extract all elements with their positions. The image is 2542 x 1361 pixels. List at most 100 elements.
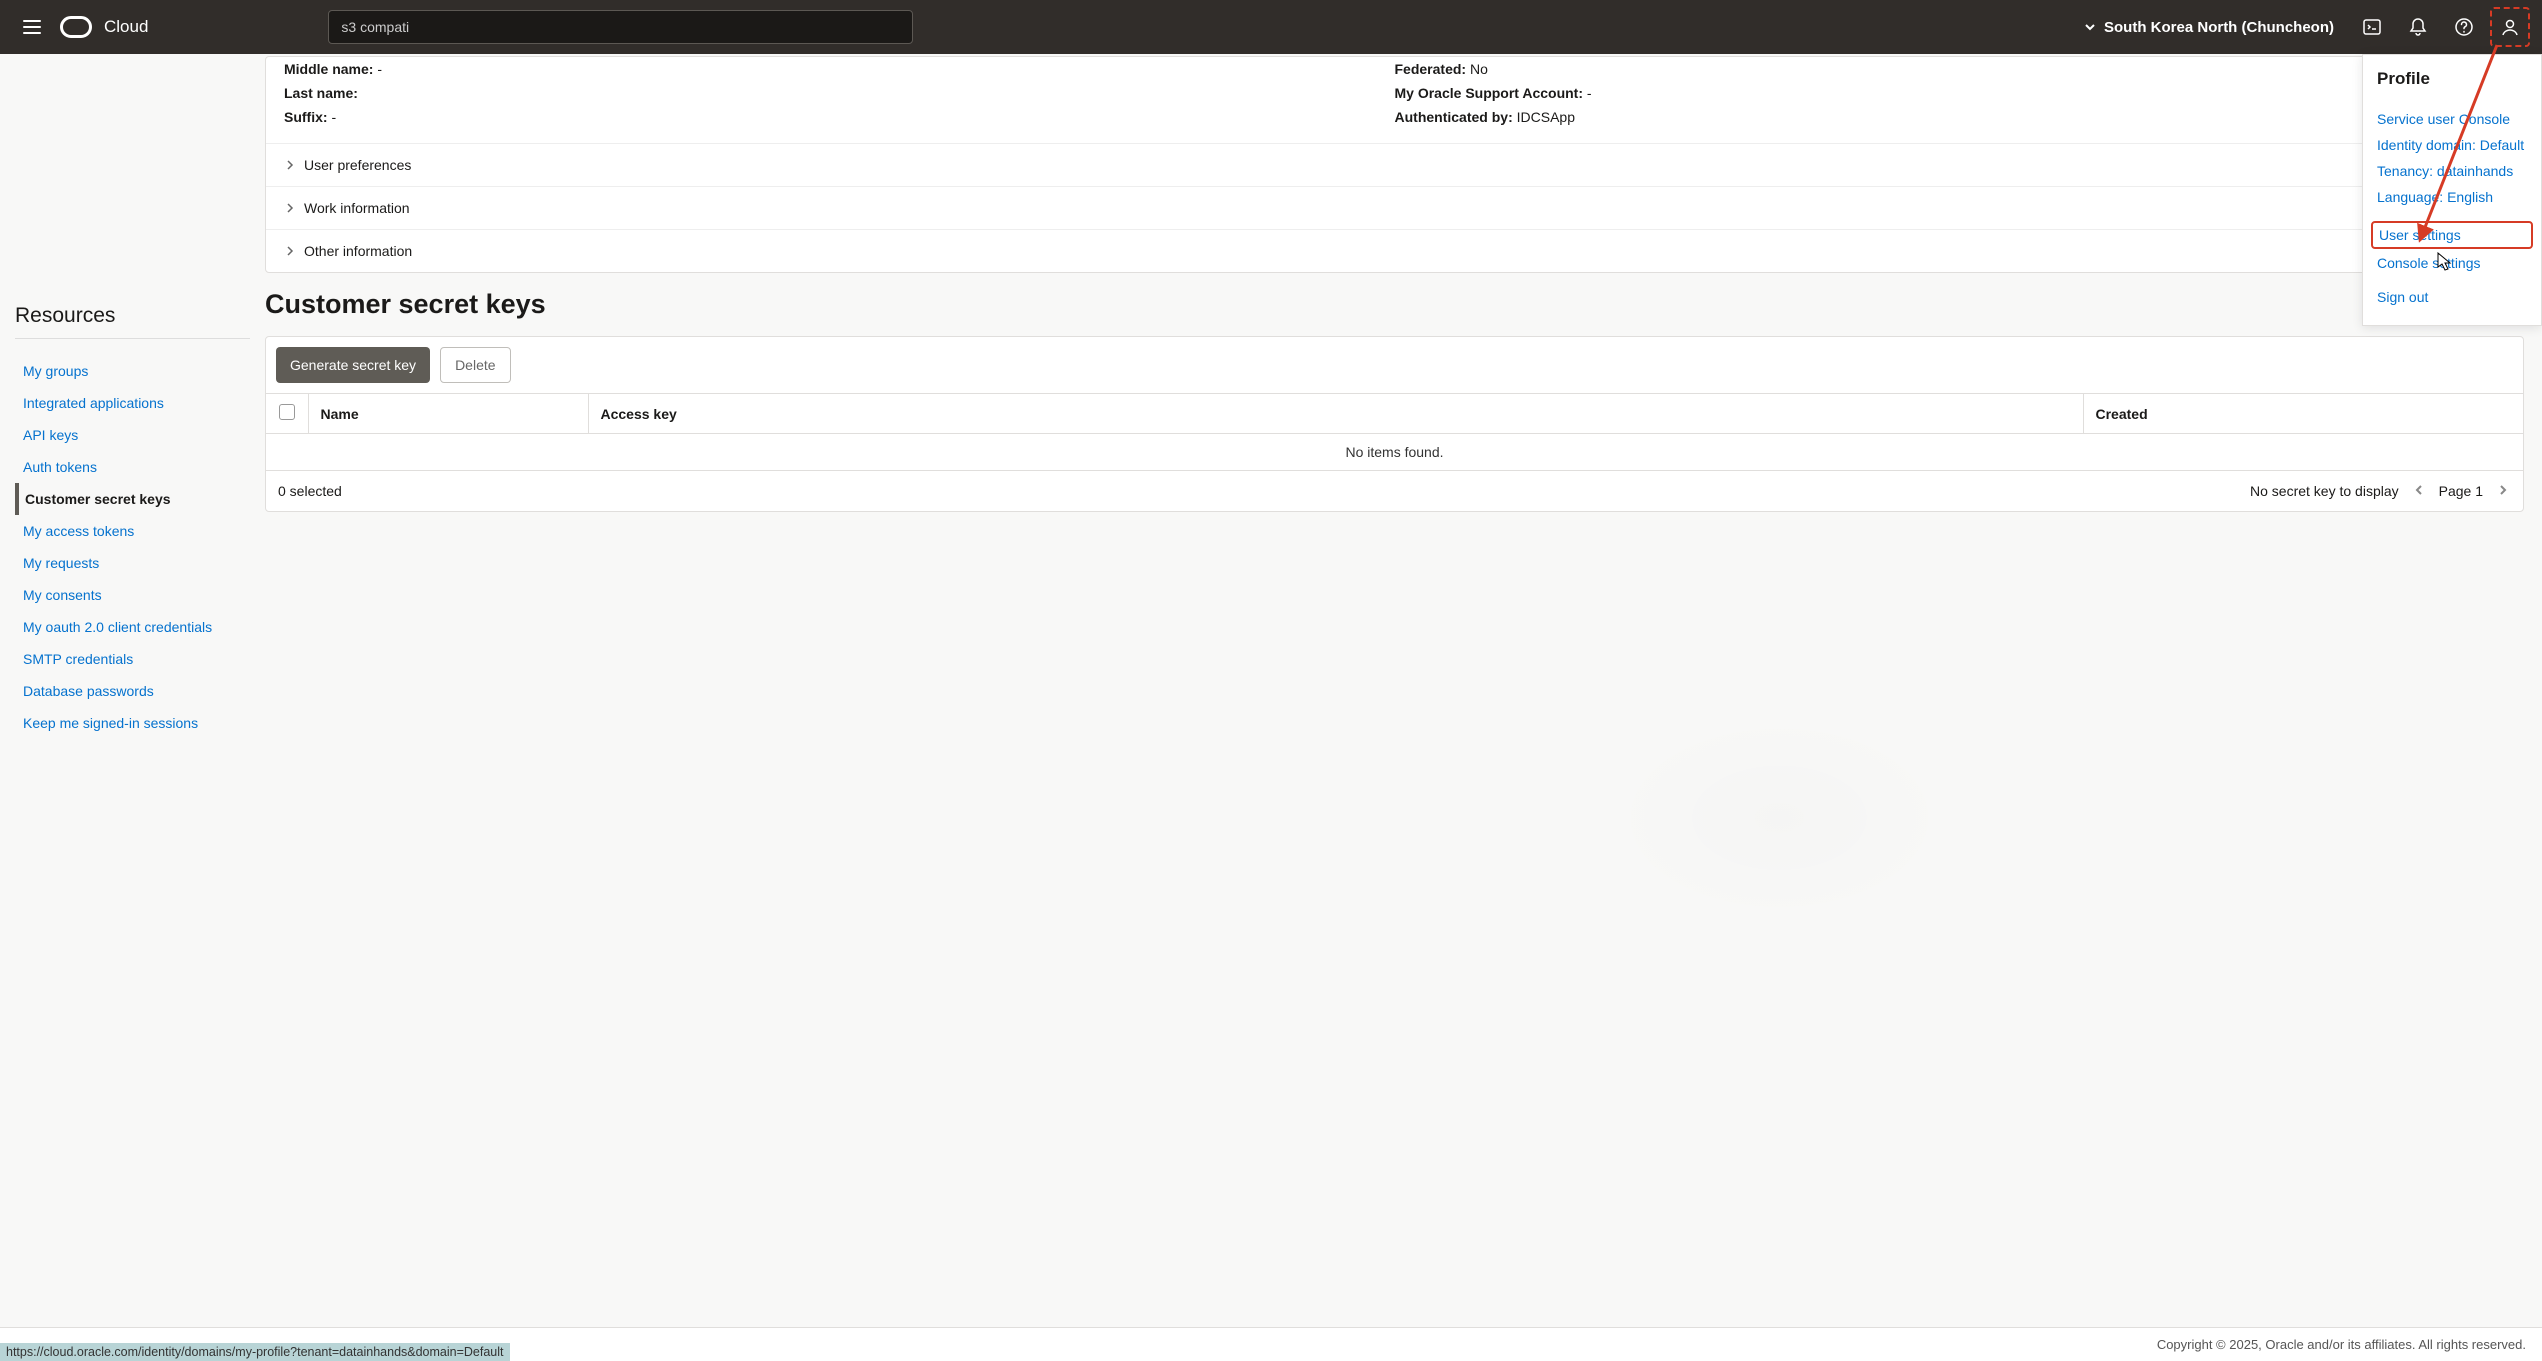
sidebar-item-label: My groups [23, 363, 88, 379]
federated-label: Federated: [1395, 61, 1467, 77]
sidebar-item-my-requests[interactable]: My requests [15, 547, 250, 579]
profile-link-user-settings[interactable]: User settings [2371, 221, 2533, 249]
section-title: Customer secret keys [265, 289, 2524, 320]
sidebar-item-my-consents[interactable]: My consents [15, 579, 250, 611]
sidebar-item-customer-secret-keys[interactable]: Customer secret keys [15, 483, 250, 515]
user-menu-button[interactable] [2490, 7, 2530, 47]
region-selector[interactable]: South Korea North (Chuncheon) [2072, 11, 2346, 44]
sidebar-item-keep-me-signed-in-sessions[interactable]: Keep me signed-in sessions [15, 707, 250, 739]
support-value: - [1583, 85, 1592, 101]
suffix-row: Suffix: - [284, 105, 1395, 129]
suffix-value: - [328, 109, 337, 125]
search-input[interactable] [328, 10, 913, 44]
top-header: Cloud South Korea North (Chuncheon) [0, 0, 2542, 54]
sidebar-item-label: Keep me signed-in sessions [23, 715, 198, 731]
sidebar-item-label: My access tokens [23, 523, 134, 539]
auth-label: Authenticated by: [1395, 109, 1513, 125]
federated-row: Federated: No [1395, 57, 2506, 81]
no-items-text: No secret key to display [2250, 483, 2399, 499]
sidebar-item-database-passwords[interactable]: Database passwords [15, 675, 250, 707]
auth-value: IDCSApp [1513, 109, 1575, 125]
profile-link-tenancy[interactable]: Tenancy: datainhands [2377, 159, 2527, 183]
sidebar-title: Resources [15, 286, 250, 339]
profile-link-identity-domain[interactable]: Identity domain: Default [2377, 133, 2527, 157]
header-right: South Korea North (Chuncheon) [2072, 7, 2530, 47]
table-toolbar: Generate secret key Delete [266, 337, 2523, 393]
sidebar-item-my-access-tokens[interactable]: My access tokens [15, 515, 250, 547]
main-layout: Resources My groups Integrated applicatio… [0, 54, 2542, 1327]
user-info-card: Middle name: - Last name: Suffix: - Fede… [265, 56, 2524, 273]
checkbox-icon [279, 404, 295, 420]
sidebar-item-label: My oauth 2.0 client credentials [23, 619, 212, 635]
chevron-right-icon [2497, 484, 2509, 496]
search-container [328, 10, 913, 44]
user-info-right-col: Federated: No My Oracle Support Account:… [1395, 57, 2506, 129]
chevron-right-icon [284, 245, 296, 257]
sidebar-item-label: Database passwords [23, 683, 154, 699]
prev-page-button[interactable] [2411, 481, 2427, 501]
profile-title: Profile [2377, 69, 2527, 89]
hamburger-menu[interactable] [12, 7, 52, 47]
profile-link-service-user[interactable]: Service user Console [2377, 107, 2527, 131]
region-text: South Korea North (Chuncheon) [2104, 19, 2334, 36]
copyright-text: Copyright © 2025, Oracle and/or its affi… [2157, 1337, 2526, 1352]
sidebar-item-label: Customer secret keys [25, 491, 171, 507]
sidebar-item-my-oauth-2-0-client-credentials[interactable]: My oauth 2.0 client credentials [15, 611, 250, 643]
sidebar-item-label: Auth tokens [23, 459, 97, 475]
sidebar-item-label: API keys [23, 427, 78, 443]
page-indicator: Page 1 [2439, 483, 2483, 499]
middle-name-label: Middle name: [284, 61, 373, 77]
last-name-label: Last name: [284, 85, 358, 101]
status-url: https://cloud.oracle.com/identity/domain… [0, 1343, 510, 1361]
column-name[interactable]: Name [308, 394, 588, 434]
sidebar-item-auth-tokens[interactable]: Auth tokens [15, 451, 250, 483]
support-label: My Oracle Support Account: [1395, 85, 1584, 101]
column-created[interactable]: Created [2083, 394, 2523, 434]
sidebar-item-smtp-credentials[interactable]: SMTP credentials [15, 643, 250, 675]
accordion-other-information[interactable]: Other information [266, 229, 2523, 272]
brand-logo[interactable]: Cloud [60, 16, 148, 38]
sidebar-item-label: SMTP credentials [23, 651, 133, 667]
oracle-o-icon [60, 16, 92, 38]
user-info-left-col: Middle name: - Last name: Suffix: - [284, 57, 1395, 129]
notifications-button[interactable] [2398, 7, 2438, 47]
dev-tools-button[interactable] [2352, 7, 2392, 47]
brand-text: Cloud [104, 17, 148, 37]
hamburger-icon [22, 17, 42, 37]
accordion-user-preferences[interactable]: User preferences [266, 143, 2523, 186]
sidebar-item-my-groups[interactable]: My groups [15, 355, 250, 387]
empty-message: No items found. [266, 434, 2523, 471]
sidebar-list: My groups Integrated applications API keys… [15, 355, 250, 739]
secret-keys-card: Generate secret key Delete Name Access k… [265, 336, 2524, 512]
content-area: Middle name: - Last name: Suffix: - Fede… [265, 54, 2542, 1327]
accordion-label: Work information [304, 200, 410, 216]
accordion-label: User preferences [304, 157, 411, 173]
chevron-right-icon [284, 202, 296, 214]
delete-button[interactable]: Delete [440, 347, 510, 383]
profile-link-console-settings[interactable]: Console settings [2377, 251, 2527, 275]
middle-name-value: - [373, 61, 382, 77]
generate-secret-key-button[interactable]: Generate secret key [276, 347, 430, 383]
profile-link-language[interactable]: Language: English [2377, 185, 2527, 209]
accordion-label: Other information [304, 243, 412, 259]
next-page-button[interactable] [2495, 481, 2511, 501]
auth-row: Authenticated by: IDCSApp [1395, 105, 2506, 129]
selected-count: 0 selected [278, 483, 342, 499]
accordion-work-information[interactable]: Work information [266, 186, 2523, 229]
column-access-key[interactable]: Access key [588, 394, 2083, 434]
chevron-down-icon [2084, 21, 2096, 33]
sidebar-item-api-keys[interactable]: API keys [15, 419, 250, 451]
profile-link-sign-out[interactable]: Sign out [2377, 285, 2527, 309]
select-all-header[interactable] [266, 394, 308, 434]
sidebar-item-label: My consents [23, 587, 102, 603]
chevron-left-icon [2413, 484, 2425, 496]
help-button[interactable] [2444, 7, 2484, 47]
profile-dropdown: Profile Service user Console Identity do… [2362, 54, 2542, 326]
resources-sidebar: Resources My groups Integrated applicatio… [0, 54, 265, 1327]
sidebar-item-label: My requests [23, 555, 99, 571]
terminal-icon [2362, 17, 2382, 37]
sidebar-item-integrated-applications[interactable]: Integrated applications [15, 387, 250, 419]
federated-value: No [1466, 61, 1488, 77]
help-icon [2454, 17, 2474, 37]
chevron-right-icon [284, 159, 296, 171]
